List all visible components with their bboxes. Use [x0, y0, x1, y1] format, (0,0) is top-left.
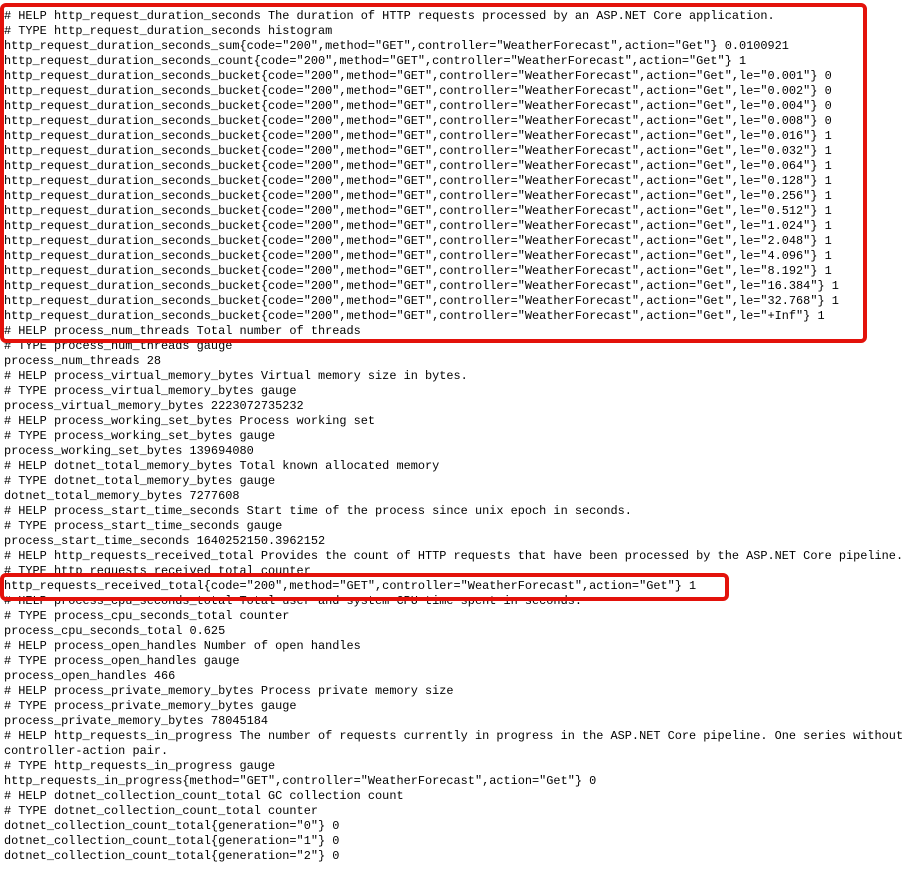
metric-line: http_request_duration_seconds_bucket{cod…: [4, 309, 825, 323]
metric-line: http_request_duration_seconds_bucket{cod…: [4, 264, 832, 278]
metric-line: # HELP process_start_time_seconds Start …: [4, 504, 632, 518]
metric-line: http_request_duration_seconds_bucket{cod…: [4, 234, 832, 248]
metric-line: http_request_duration_seconds_bucket{cod…: [4, 279, 839, 293]
metric-line: # HELP process_num_threads Total number …: [4, 324, 361, 338]
metric-line: # HELP process_cpu_seconds_total Total u…: [4, 594, 582, 608]
metric-line: # TYPE process_working_set_bytes gauge: [4, 429, 276, 443]
metric-line: http_request_duration_seconds_count{code…: [4, 54, 747, 68]
metrics-text: # HELP http_request_duration_seconds The…: [4, 9, 906, 864]
metric-line: http_request_duration_seconds_bucket{cod…: [4, 174, 832, 188]
metric-line: http_request_duration_seconds_bucket{cod…: [4, 144, 832, 158]
metric-line: http_request_duration_seconds_bucket{cod…: [4, 84, 832, 98]
metric-line: # HELP http_requests_received_total Prov…: [4, 549, 904, 563]
metric-line: process_working_set_bytes 139694080: [4, 444, 254, 458]
metric-line: http_request_duration_seconds_bucket{cod…: [4, 69, 832, 83]
metric-line: # HELP dotnet_collection_count_total GC …: [4, 789, 404, 803]
metric-line: dotnet_collection_count_total{generation…: [4, 834, 340, 848]
metric-line: process_cpu_seconds_total 0.625: [4, 624, 226, 638]
metric-line: # HELP process_private_memory_bytes Proc…: [4, 684, 454, 698]
metric-line: dotnet_total_memory_bytes 7277608: [4, 489, 240, 503]
metric-line: http_request_duration_seconds_bucket{cod…: [4, 129, 832, 143]
metric-line: process_num_threads 28: [4, 354, 161, 368]
metric-line: # TYPE process_virtual_memory_bytes gaug…: [4, 384, 297, 398]
metric-line: process_open_handles 466: [4, 669, 176, 683]
metric-line: # TYPE http_requests_received_total coun…: [4, 564, 311, 578]
metric-line: # TYPE http_request_duration_seconds his…: [4, 24, 333, 38]
metric-line: http_request_duration_seconds_bucket{cod…: [4, 204, 832, 218]
metric-line: http_request_duration_seconds_sum{code="…: [4, 39, 789, 53]
metric-line: process_start_time_seconds 1640252150.39…: [4, 534, 326, 548]
metric-line: # TYPE process_num_threads gauge: [4, 339, 233, 353]
metric-line: # HELP process_working_set_bytes Process…: [4, 414, 376, 428]
metric-line: # TYPE http_requests_in_progress gauge: [4, 759, 276, 773]
metric-line: dotnet_collection_count_total{generation…: [4, 819, 340, 833]
metric-line: http_request_duration_seconds_bucket{cod…: [4, 114, 832, 128]
metric-line: # TYPE process_cpu_seconds_total counter: [4, 609, 290, 623]
metric-line: http_request_duration_seconds_bucket{cod…: [4, 294, 839, 308]
metric-line: # TYPE dotnet_collection_count_total cou…: [4, 804, 318, 818]
metric-line: # TYPE process_private_memory_bytes gaug…: [4, 699, 297, 713]
metric-line: dotnet_collection_count_total{generation…: [4, 849, 340, 863]
metric-line: http_requests_received_total{code="200",…: [4, 579, 697, 593]
metric-line: # TYPE process_start_time_seconds gauge: [4, 519, 283, 533]
metric-line: http_request_duration_seconds_bucket{cod…: [4, 99, 832, 113]
metric-line: # HELP dotnet_total_memory_bytes Total k…: [4, 459, 440, 473]
metric-line: http_request_duration_seconds_bucket{cod…: [4, 189, 832, 203]
metric-line: http_request_duration_seconds_bucket{cod…: [4, 219, 832, 233]
metric-line: # TYPE process_open_handles gauge: [4, 654, 240, 668]
metric-line: # HELP http_requests_in_progress The num…: [4, 729, 904, 758]
metric-line: http_request_duration_seconds_bucket{cod…: [4, 159, 832, 173]
metric-line: process_virtual_memory_bytes 22230727352…: [4, 399, 304, 413]
metric-line: # HELP process_virtual_memory_bytes Virt…: [4, 369, 468, 383]
metric-line: # HELP process_open_handles Number of op…: [4, 639, 361, 653]
metric-line: http_requests_in_progress{method="GET",c…: [4, 774, 597, 788]
metric-line: http_request_duration_seconds_bucket{cod…: [4, 249, 832, 263]
metric-line: # HELP http_request_duration_seconds The…: [4, 9, 775, 23]
metric-line: # TYPE dotnet_total_memory_bytes gauge: [4, 474, 276, 488]
metric-line: process_private_memory_bytes 78045184: [4, 714, 269, 728]
